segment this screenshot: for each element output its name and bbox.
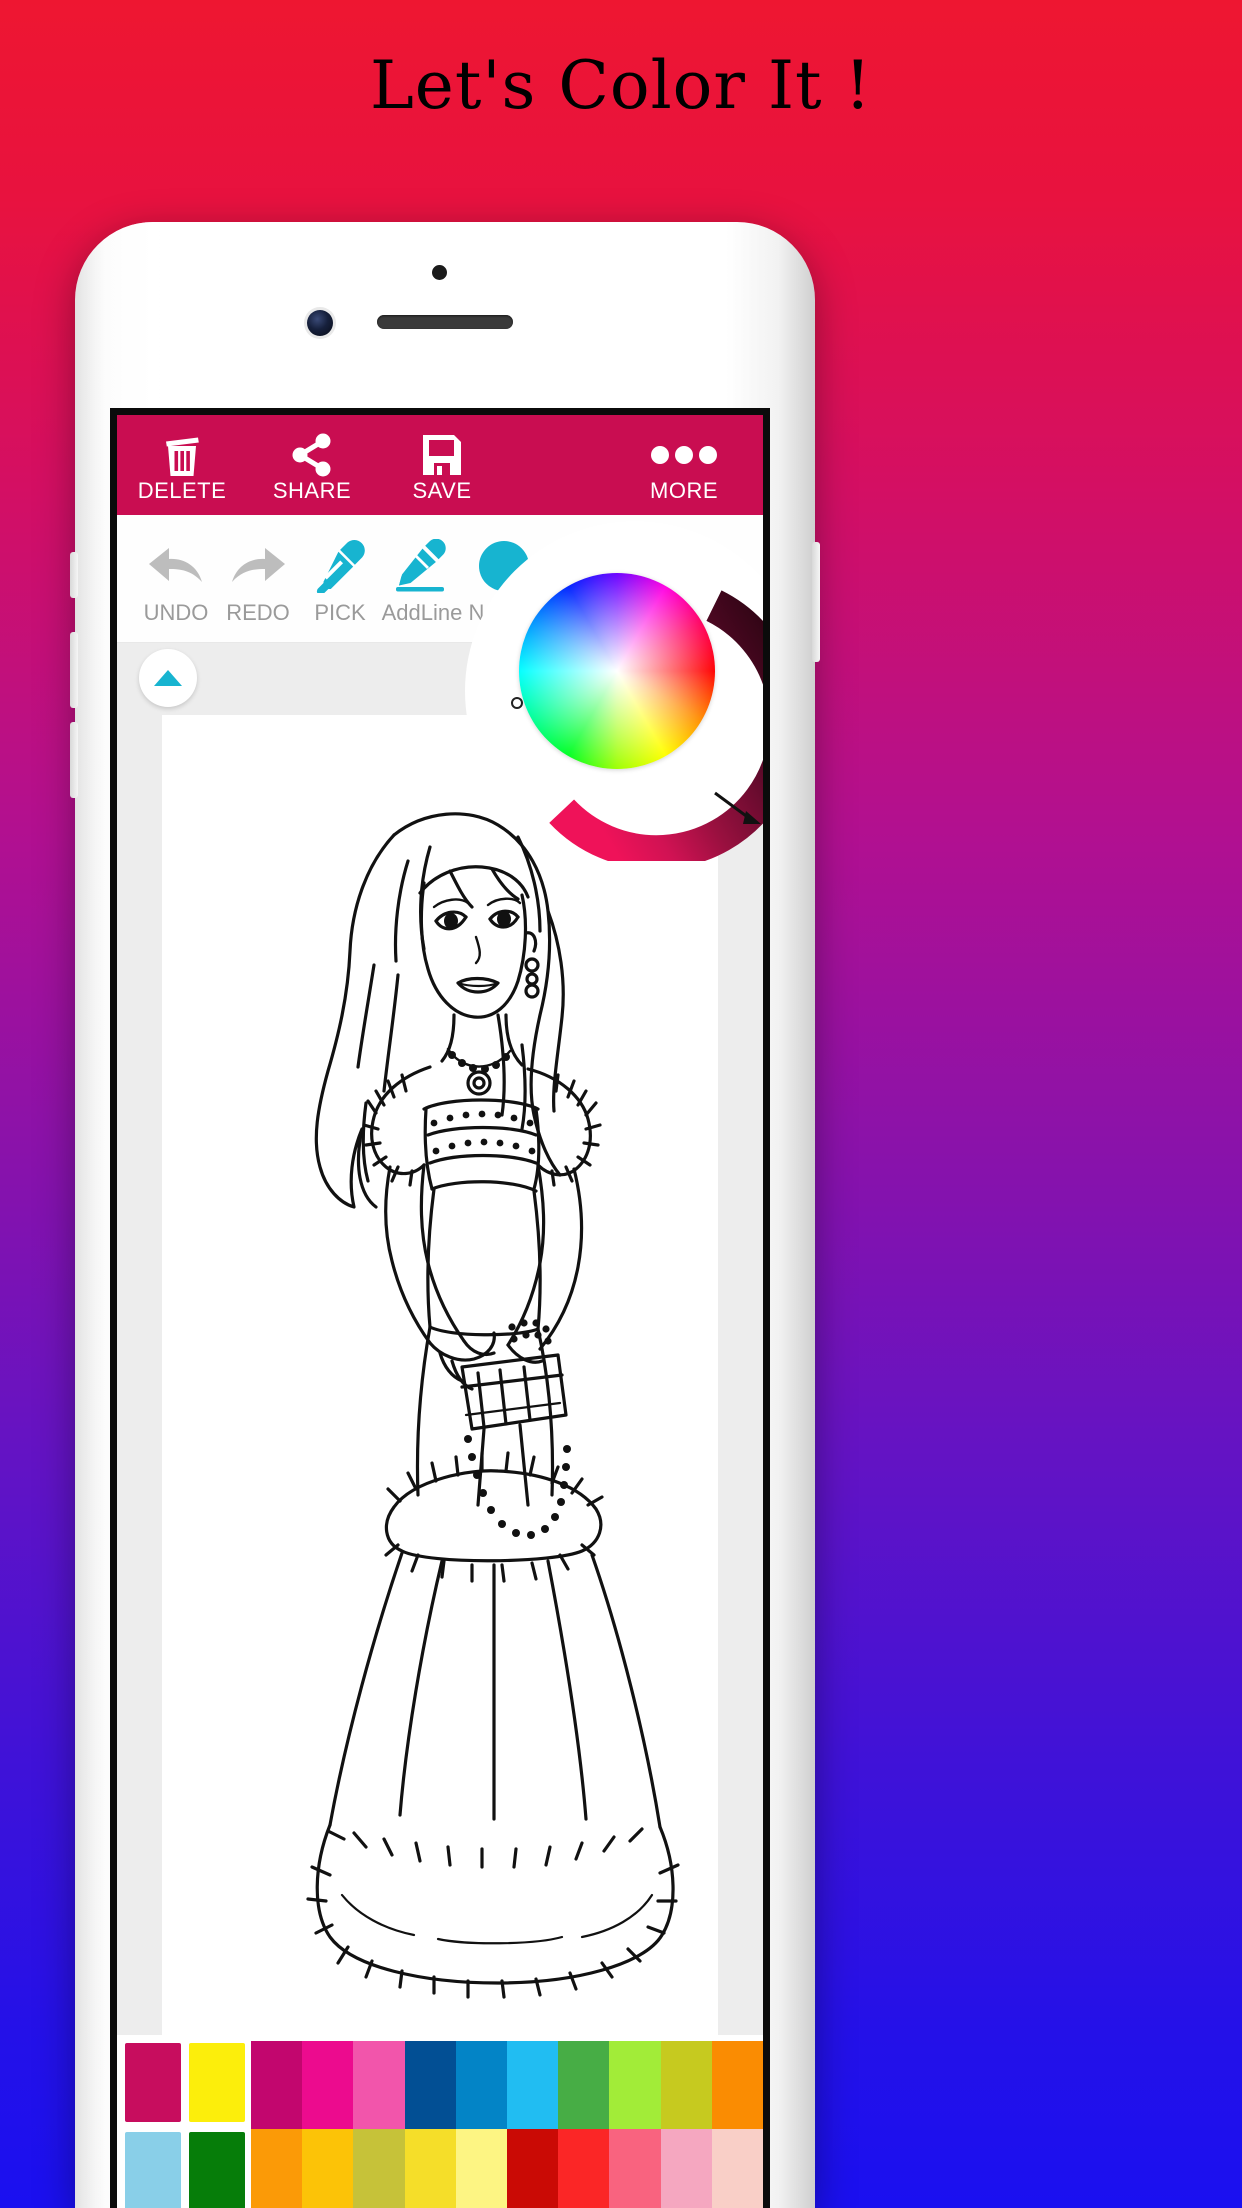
palette-swatch[interactable]: [558, 2041, 610, 2129]
color-cursor-icon[interactable]: [511, 697, 523, 709]
addline-label: AddLine: [381, 599, 463, 625]
palette-swatch[interactable]: [302, 2129, 354, 2208]
palette-swatch[interactable]: [404, 2041, 456, 2129]
phone-mockup: DELETE SHARE SAVE MORE UNDO REDO PICK Ad…: [70, 222, 820, 2208]
redo-label: REDO: [226, 599, 290, 625]
phone-screen: DELETE SHARE SAVE MORE UNDO REDO PICK Ad…: [110, 408, 770, 2208]
palette-swatch[interactable]: [711, 2129, 763, 2208]
canvas-area: [117, 715, 763, 2035]
color-palette: [117, 2035, 763, 2208]
share-label: SHARE: [272, 478, 352, 503]
ellipsis-icon: [649, 432, 719, 478]
more-label: MORE: [650, 478, 718, 503]
palette-swatch[interactable]: [455, 2041, 507, 2129]
pick-tool[interactable]: PICK: [299, 515, 381, 642]
delete-label: DELETE: [137, 478, 227, 503]
woman-in-gown-line-art: [306, 812, 680, 1999]
share-button[interactable]: SHARE: [247, 415, 377, 515]
redo-tool[interactable]: REDO: [217, 515, 299, 642]
recent-swatch-3[interactable]: [125, 2132, 181, 2208]
eyedropper-icon: [314, 534, 366, 598]
palette-swatch[interactable]: [507, 2129, 559, 2208]
undo-arrow-icon: [147, 534, 205, 598]
palette-swatch[interactable]: [455, 2129, 507, 2208]
palette-swatch[interactable]: [251, 2129, 303, 2208]
save-button[interactable]: SAVE: [377, 415, 507, 515]
triangle-up-icon: [154, 670, 182, 686]
palette-swatch[interactable]: [609, 2041, 661, 2129]
palette-grid: [251, 2035, 763, 2208]
front-camera-icon: [307, 310, 333, 336]
palette-swatch[interactable]: [609, 2129, 661, 2208]
palette-swatch[interactable]: [711, 2041, 763, 2129]
palette-swatch[interactable]: [507, 2041, 559, 2129]
more-button[interactable]: MORE: [619, 415, 749, 515]
recent-colors: [117, 2035, 251, 2208]
palette-swatch[interactable]: [660, 2129, 712, 2208]
palette-swatch[interactable]: [302, 2041, 354, 2129]
share-icon: [289, 432, 335, 478]
pick-label: PICK: [314, 599, 366, 625]
silent-switch: [70, 552, 78, 598]
palette-swatch[interactable]: [353, 2041, 405, 2129]
power-button: [812, 542, 820, 662]
palette-swatch[interactable]: [353, 2129, 405, 2208]
recent-swatch-4[interactable]: [189, 2132, 245, 2208]
proximity-sensor-icon: [432, 265, 447, 280]
palette-swatch[interactable]: [558, 2129, 610, 2208]
trash-icon: [160, 432, 204, 478]
palette-swatch[interactable]: [251, 2041, 303, 2129]
addline-tool[interactable]: AddLine: [381, 515, 463, 642]
volume-down-button: [70, 722, 78, 798]
pencil-icon: [394, 534, 450, 598]
color-wheel-panel[interactable]: [465, 521, 763, 861]
undo-tool[interactable]: UNDO: [135, 515, 217, 642]
delete-button[interactable]: DELETE: [117, 415, 247, 515]
recent-swatch-1[interactable]: [125, 2043, 181, 2122]
volume-up-button: [70, 632, 78, 708]
earpiece-speaker-icon: [377, 315, 513, 329]
palette-swatch[interactable]: [660, 2041, 712, 2129]
save-label: SAVE: [412, 478, 472, 503]
recent-swatch-2[interactable]: [189, 2043, 245, 2122]
undo-label: UNDO: [143, 599, 209, 625]
page-title: Let's Color It !: [369, 46, 873, 124]
hsv-color-disc[interactable]: [519, 573, 715, 769]
coloring-canvas[interactable]: [162, 715, 718, 2035]
palette-swatch[interactable]: [404, 2129, 456, 2208]
redo-arrow-icon: [229, 534, 287, 598]
floppy-disk-icon: [420, 432, 464, 478]
collapse-panel-button[interactable]: [139, 649, 197, 707]
app-action-bar: DELETE SHARE SAVE MORE: [117, 415, 763, 515]
